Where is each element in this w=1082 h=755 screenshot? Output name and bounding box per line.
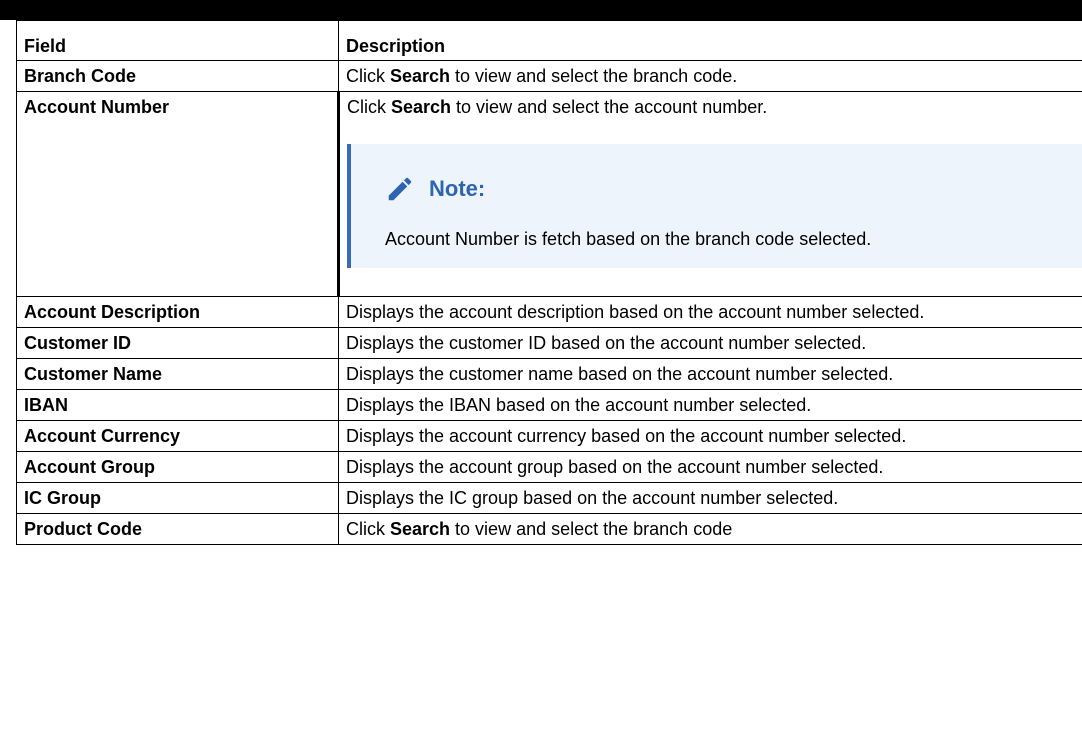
field-name: IC Group (16, 482, 339, 514)
field-name: Branch Code (16, 60, 339, 92)
field-name: Customer ID (16, 327, 339, 359)
field-description: Displays the customer name based on the … (338, 358, 1082, 390)
note-text: Account Number is fetch based on the bra… (385, 229, 872, 249)
field-description: Click Search to view and select the bran… (338, 60, 1082, 92)
table-row: Branch Code Click Search to view and sel… (16, 60, 1082, 92)
field-description: Displays the account description based o… (338, 296, 1082, 328)
note-title: Note: (429, 176, 486, 201)
table-row: Account Group Displays the account group… (16, 451, 1082, 483)
field-description-table: Field Description Branch Code Click Sear… (16, 18, 1082, 545)
note-box: Note: Account Number is fetch based on t… (347, 144, 1082, 268)
field-description: Displays the account currency based on t… (338, 420, 1082, 452)
table-row: Product Code Click Search to view and se… (16, 513, 1082, 545)
pencil-icon (388, 177, 412, 201)
table-row: Account Number Click Search to view and … (16, 91, 1082, 297)
field-name: Customer Name (16, 358, 339, 390)
table-row: Customer Name Displays the customer name… (16, 358, 1082, 390)
field-name: IBAN (16, 389, 339, 421)
field-name: Product Code (16, 513, 339, 545)
field-description: Displays the IC group based on the accou… (338, 482, 1082, 514)
field-name: Account Number (16, 91, 340, 297)
header-field: Field (16, 18, 339, 61)
field-name: Account Description (16, 296, 339, 328)
field-description: Click Search to view and select the bran… (338, 513, 1082, 545)
table-row: Account Currency Displays the account cu… (16, 420, 1082, 452)
search-term: Search (391, 97, 452, 117)
field-name: Account Currency (16, 420, 339, 452)
table-row: IBAN Displays the IBAN based on the acco… (16, 389, 1082, 421)
field-name: Account Group (16, 451, 339, 483)
table-row: Account Description Displays the account… (16, 296, 1082, 328)
search-term: Search (390, 519, 451, 539)
header-description: Description (338, 18, 1082, 61)
field-description: Displays the account group based on the … (338, 451, 1082, 483)
table-row: Customer ID Displays the customer ID bas… (16, 327, 1082, 359)
table-row: IC Group Displays the IC group based on … (16, 482, 1082, 514)
top-border-bar (0, 0, 1082, 20)
field-description: Click Search to view and select the acco… (338, 91, 1082, 297)
table-header-row: Field Description (16, 18, 1082, 61)
field-description: Displays the IBAN based on the account n… (338, 389, 1082, 421)
field-description: Displays the customer ID based on the ac… (338, 327, 1082, 359)
search-term: Search (390, 66, 451, 86)
